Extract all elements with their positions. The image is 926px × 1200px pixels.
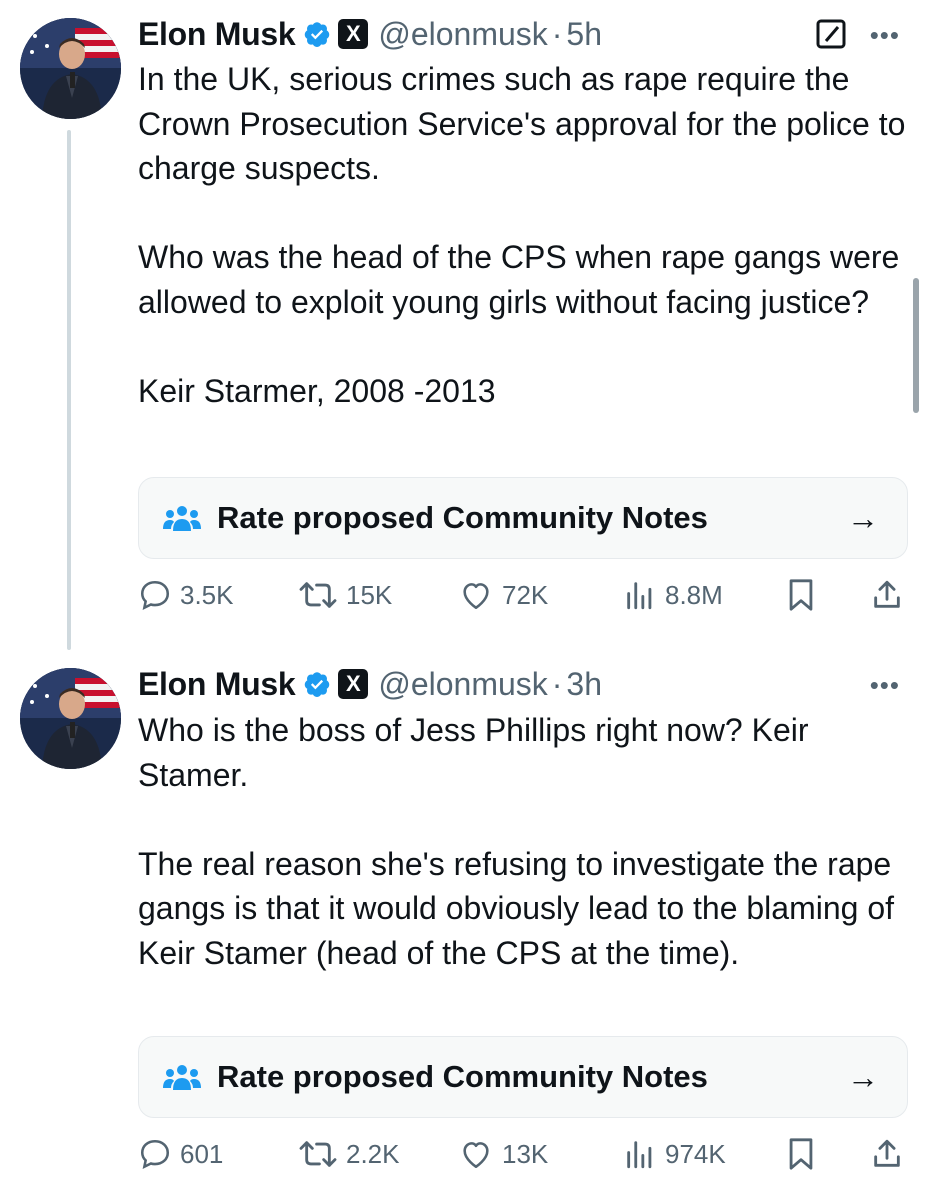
repost-arrows-icon <box>299 1141 337 1167</box>
views-button[interactable]: 974K <box>623 1134 726 1174</box>
more-options-icon[interactable]: ••• <box>870 670 900 701</box>
repost-button[interactable]: 2.2K <box>298 1134 400 1174</box>
like-count: 72K <box>502 579 549 610</box>
author-handle[interactable]: @elonmusk <box>378 666 547 703</box>
repost-button[interactable]: 15K <box>298 575 392 615</box>
avatar[interactable] <box>20 18 121 119</box>
timestamp[interactable]: 3h <box>566 666 602 703</box>
reply-count: 3.5K <box>180 579 234 610</box>
arrow-right-icon: → <box>847 499 879 536</box>
tweet-paragraph: Keir Starmer, 2008 -2013 <box>138 372 496 409</box>
action-bar: 601 2.2K 13K 974K <box>138 1134 908 1174</box>
reply-button[interactable]: 3.5K <box>138 575 234 615</box>
like-button[interactable]: 72K <box>458 575 548 615</box>
speech-bubble-icon <box>140 1139 170 1170</box>
reply-button[interactable]: 601 <box>138 1134 223 1174</box>
share-button[interactable] <box>870 1134 912 1174</box>
tweet-paragraph: Who is the boss of Jess Phillips right n… <box>138 712 809 793</box>
share-icon <box>874 1139 900 1167</box>
author-name[interactable]: Elon Musk <box>138 666 296 703</box>
tweet-header: Elon Musk X @elonmusk · 5h <box>138 14 602 54</box>
heart-icon <box>463 583 489 610</box>
bookmark-button[interactable] <box>786 575 824 615</box>
avatar[interactable] <box>20 668 121 769</box>
bookmark-icon <box>789 579 813 611</box>
timestamp[interactable]: 5h <box>566 16 602 53</box>
tweet-paragraph: The real reason she's refusing to invest… <box>138 845 895 971</box>
views-button[interactable]: 8.8M <box>623 575 723 615</box>
tweet-1[interactable]: Elon Musk X @elonmusk · 5h ••• In the UK… <box>0 0 926 650</box>
x-logo-icon: X <box>338 19 369 49</box>
author-name[interactable]: Elon Musk <box>138 16 296 53</box>
community-notes-button[interactable]: Rate proposed Community Notes → <box>138 1036 908 1118</box>
separator: · <box>551 15 563 52</box>
reply-count: 601 <box>180 1138 224 1169</box>
like-button[interactable]: 13K <box>458 1134 548 1174</box>
arrow-right-icon: → <box>847 1058 879 1095</box>
verified-badge-icon[interactable] <box>303 670 331 698</box>
bookmark-icon <box>789 1138 813 1170</box>
bar-chart-icon <box>627 582 652 610</box>
speech-bubble-icon <box>140 580 170 611</box>
view-count: 8.8M <box>665 579 723 610</box>
tweet-text: In the UK, serious crimes such as rape r… <box>138 57 908 413</box>
edit-square-icon[interactable] <box>815 18 847 50</box>
people-group-icon <box>163 506 201 531</box>
repost-count: 15K <box>346 579 393 610</box>
scrollbar[interactable] <box>913 278 919 413</box>
author-handle[interactable]: @elonmusk <box>378 16 547 53</box>
view-count: 974K <box>665 1138 726 1169</box>
heart-icon <box>463 1142 489 1169</box>
separator: · <box>551 665 563 702</box>
verified-badge-icon[interactable] <box>303 20 331 48</box>
share-icon <box>874 580 900 608</box>
people-group-icon <box>163 1065 201 1090</box>
tweet-text: Who is the boss of Jess Phillips right n… <box>138 708 908 975</box>
tweet-header: Elon Musk X @elonmusk · 3h <box>138 664 602 704</box>
action-bar: 3.5K 15K 72K 8.8M <box>138 575 908 615</box>
repost-count: 2.2K <box>346 1138 400 1169</box>
repost-arrows-icon <box>299 582 337 608</box>
tweet-paragraph: In the UK, serious crimes such as rape r… <box>138 61 906 186</box>
more-options-icon[interactable]: ••• <box>870 20 900 51</box>
community-notes-label: Rate proposed Community Notes <box>217 1059 708 1094</box>
thread-connector-line <box>67 130 71 650</box>
community-notes-button[interactable]: Rate proposed Community Notes → <box>138 477 908 559</box>
tweet-2[interactable]: Elon Musk X @elonmusk · 3h ••• Who is th… <box>0 650 926 1200</box>
bar-chart-icon <box>627 1141 652 1169</box>
like-count: 13K <box>502 1138 549 1169</box>
tweet-paragraph: Who was the head of the CPS when rape ga… <box>138 239 900 320</box>
bookmark-button[interactable] <box>786 1134 824 1174</box>
share-button[interactable] <box>870 575 912 615</box>
x-logo-icon: X <box>338 669 369 699</box>
community-notes-label: Rate proposed Community Notes <box>217 500 708 535</box>
